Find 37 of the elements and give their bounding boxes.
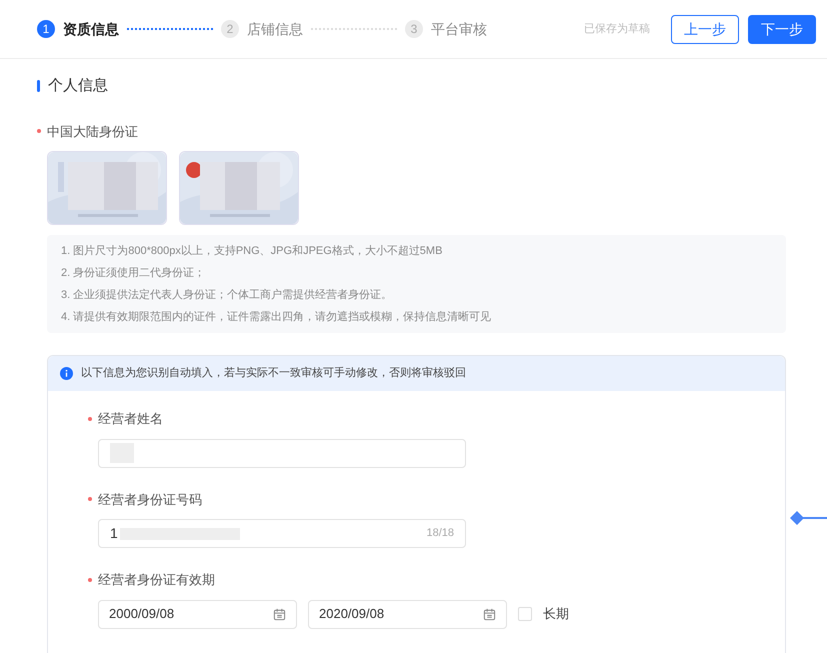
checkbox-label: 长期 (543, 605, 569, 624)
date-value: 2000/09/08 (109, 605, 174, 624)
field-label: 经营者身份证有效期 (98, 571, 215, 589)
step-number: 1 (37, 20, 55, 38)
section-accent (37, 80, 40, 92)
field-label: 中国大陆身份证 (47, 122, 138, 140)
notice-text: 以下信息为您识别自动填入，若与实际不一致审核可手动修改，否则将审核驳回 (81, 366, 466, 382)
tip-text: 4. 请提供有效期限范围内的证件，证件需露出四角，请勿遮挡或模糊，保持信息清晰可见 (61, 310, 492, 325)
calendar-icon (273, 608, 286, 620)
input-field[interactable]: 1 18/18 (98, 519, 466, 548)
input-field[interactable] (98, 438, 466, 468)
input-value: 1 (110, 524, 118, 543)
section-title: 个人信息 (48, 76, 108, 96)
slider-handle-icon[interactable] (789, 510, 827, 526)
field-label: 经营者身份证号码 (98, 490, 202, 508)
step-number: 2 (221, 20, 239, 38)
tip-text: 3. 企业须提供法定代表人身份证；个体工商户需提供经营者身份证。 (61, 288, 394, 303)
date-field[interactable]: 2020/09/08 (308, 600, 507, 628)
step-number: 3 (405, 20, 423, 38)
step-label: 店铺信息 (247, 20, 303, 38)
date-field[interactable]: 2000/09/08 (98, 600, 297, 628)
step-label: 资质信息 (63, 20, 119, 38)
info-icon (60, 367, 73, 380)
field-label: 经营者姓名 (98, 410, 163, 428)
char-counter: 18/18 (426, 526, 454, 542)
step-label: 平台审核 (431, 20, 487, 38)
date-value: 2020/09/08 (319, 605, 384, 624)
tip-text: 1. 图片尺寸为800*800px以上，支持PNG、JPG和JPEG格式，大小不超过5MB (61, 244, 444, 259)
step-tab[interactable]: 1 资质信息 (37, 18, 119, 40)
step-tab[interactable]: 3 平台审核 (405, 18, 487, 40)
checkbox[interactable] (518, 607, 532, 621)
step-tab[interactable]: 2 店铺信息 (221, 18, 303, 40)
draft-status: 已保存为草稿 (584, 22, 650, 37)
previous-button[interactable]: 上一步 (671, 14, 739, 44)
tip-text: 2. 身份证须使用二代身份证； (61, 266, 206, 281)
next-button[interactable]: 下一步 (748, 14, 816, 44)
calendar-icon (483, 608, 496, 620)
